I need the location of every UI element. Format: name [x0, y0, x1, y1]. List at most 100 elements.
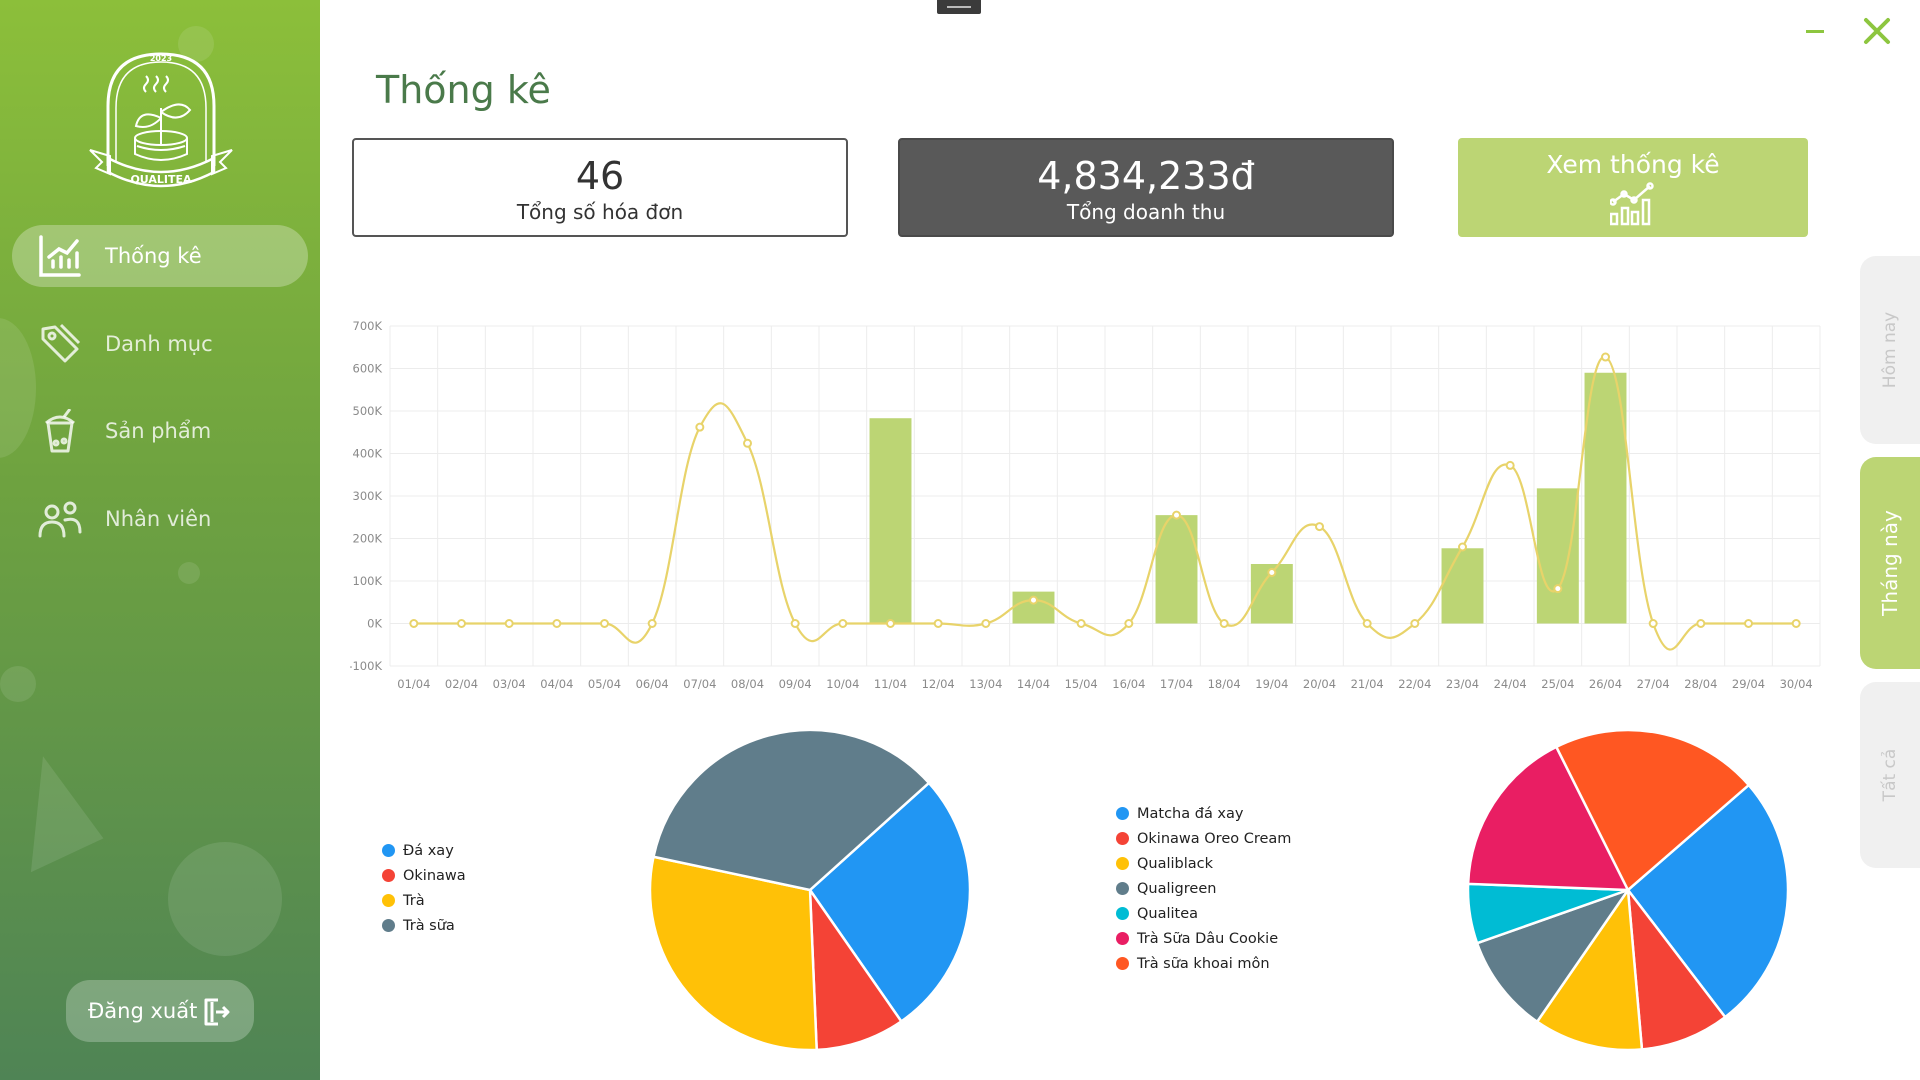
x-tick-label: 16/04 [1112, 677, 1145, 691]
drag-handle[interactable] [937, 0, 981, 14]
line-point [1601, 352, 1610, 362]
sidebar-item-categories[interactable]: Danh mục [12, 313, 308, 375]
x-tick-label: 07/04 [683, 677, 716, 691]
sidebar: QUALITEA 2023 Thống kê Danh mục Sản phẩm… [0, 0, 320, 1080]
legend-dot [382, 894, 395, 907]
app-window: QUALITEA 2023 Thống kê Danh mục Sản phẩm… [0, 0, 1920, 1080]
sidebar-item-label: Sản phẩm [105, 419, 212, 443]
decor-triangle [0, 747, 104, 873]
legend-dot [1116, 907, 1129, 920]
y-tick-label: 300K [353, 489, 383, 503]
legend-label: Trà sữa khoai môn [1137, 955, 1270, 972]
sidebar-item-label: Thống kê [105, 244, 202, 268]
x-tick-label: 09/04 [779, 677, 812, 691]
minimize-button[interactable] [1802, 16, 1832, 46]
line-point [886, 619, 895, 628]
legend-dot [1116, 882, 1129, 895]
total-revenue-card: 4,834,233đ Tổng doanh thu [898, 138, 1394, 237]
legend-label: Matcha đá xay [1137, 805, 1244, 822]
legend-label: Trà Sữa Dâu Cookie [1137, 930, 1279, 947]
logout-label: Đăng xuất [88, 999, 198, 1023]
legend-item: Qualigreen [1116, 876, 1291, 901]
legend-item: Đá xay [382, 838, 466, 863]
line-point [790, 619, 800, 628]
line-point [1410, 619, 1420, 628]
line-point [1219, 619, 1229, 628]
x-tick-label: 25/04 [1541, 677, 1574, 691]
x-tick-label: 08/04 [731, 677, 764, 691]
close-icon [1864, 18, 1890, 44]
legend-label: Qualitea [1137, 905, 1199, 922]
tab-today[interactable]: Hôm nay [1860, 256, 1920, 444]
revenue-chart: -100K 0K 100K 200K 300K 400K 500K 600K 700K 01/04… [350, 319, 1821, 691]
line-point [1505, 460, 1515, 470]
total-invoices-card: 46 Tổng số hóa đơn [352, 138, 848, 237]
total-invoices-value: 46 [575, 154, 625, 198]
legend-item: Qualiblack [1116, 851, 1291, 876]
line-point [647, 619, 657, 628]
line-point [981, 619, 991, 628]
y-tick-label: 600K [353, 362, 383, 376]
x-tick-label: 15/04 [1065, 677, 1098, 691]
legend-item: Qualitea [1116, 901, 1291, 926]
legend-item: Okinawa Oreo Cream [1116, 826, 1291, 851]
tab-this-month[interactable]: Tháng này [1860, 457, 1920, 669]
tab-all-label: Tất cả [1880, 748, 1900, 802]
x-tick-label: 30/04 [1780, 677, 1813, 691]
sidebar-item-label: Danh mục [105, 332, 213, 356]
revenue-bar [869, 418, 912, 624]
y-tick-label: -100K [350, 659, 382, 673]
logout-icon [204, 998, 230, 1030]
view-stats-label: Xem thống kê [1546, 150, 1720, 179]
logout-button[interactable]: Đăng xuất [66, 980, 254, 1042]
line-point [1362, 619, 1372, 628]
x-tick-label: 01/04 [397, 677, 430, 691]
total-revenue-label: Tổng doanh thu [1066, 200, 1226, 224]
product-pie-legend: Matcha đá xay Okinawa Oreo Cream Qualiblac… [1116, 801, 1291, 976]
tab-all[interactable]: Tất cả [1860, 682, 1920, 868]
line-point [1315, 522, 1324, 532]
line-point [1076, 619, 1086, 628]
legend-label: Trà sữa [403, 917, 455, 934]
line-point [409, 619, 419, 628]
x-tick-label: 13/04 [969, 677, 1002, 691]
tag-icon [36, 320, 84, 368]
decor-circle [178, 562, 200, 584]
x-tick-label: 26/04 [1589, 677, 1622, 691]
qualitea-logo: QUALITEA 2023 [89, 52, 233, 188]
legend-dot [1116, 857, 1129, 870]
sidebar-item-staff[interactable]: Nhân viên [12, 488, 308, 550]
line-point [1267, 568, 1277, 577]
sidebar-item-products[interactable]: Sản phẩm [12, 400, 308, 462]
sidebar-item-stats[interactable]: Thống kê [12, 225, 308, 287]
y-tick-label: 400K [353, 447, 383, 461]
line-point [1553, 584, 1563, 594]
x-tick-label: 03/04 [493, 677, 526, 691]
legend-dot [382, 919, 395, 932]
x-tick-label: 06/04 [636, 677, 669, 691]
legend-label: Trà [403, 892, 425, 909]
x-tick-label: 17/04 [1160, 677, 1193, 691]
line-point [933, 619, 943, 628]
x-tick-label: 27/04 [1637, 677, 1670, 691]
line-point [457, 619, 466, 628]
x-tick-label: 02/04 [445, 677, 478, 691]
line-point [1791, 619, 1801, 628]
svg-text:2023: 2023 [150, 54, 172, 63]
legend-label: Đá xay [403, 842, 454, 859]
line-point [1458, 542, 1467, 552]
line-point [1172, 510, 1181, 520]
x-tick-label: 14/04 [1017, 677, 1050, 691]
category-pie-chart [648, 728, 972, 1052]
close-button[interactable] [1860, 14, 1894, 48]
x-tick-label: 29/04 [1732, 677, 1765, 691]
line-point [1124, 619, 1134, 628]
line-point [504, 619, 514, 628]
revenue-bar [1536, 488, 1579, 624]
legend-label: Qualigreen [1137, 880, 1217, 897]
view-stats-button[interactable]: Xem thống kê [1458, 138, 1808, 237]
people-icon [36, 495, 84, 543]
chart-icon [36, 232, 84, 280]
legend-item: Trà sữa khoai môn [1116, 951, 1291, 976]
line-point [1696, 619, 1706, 628]
